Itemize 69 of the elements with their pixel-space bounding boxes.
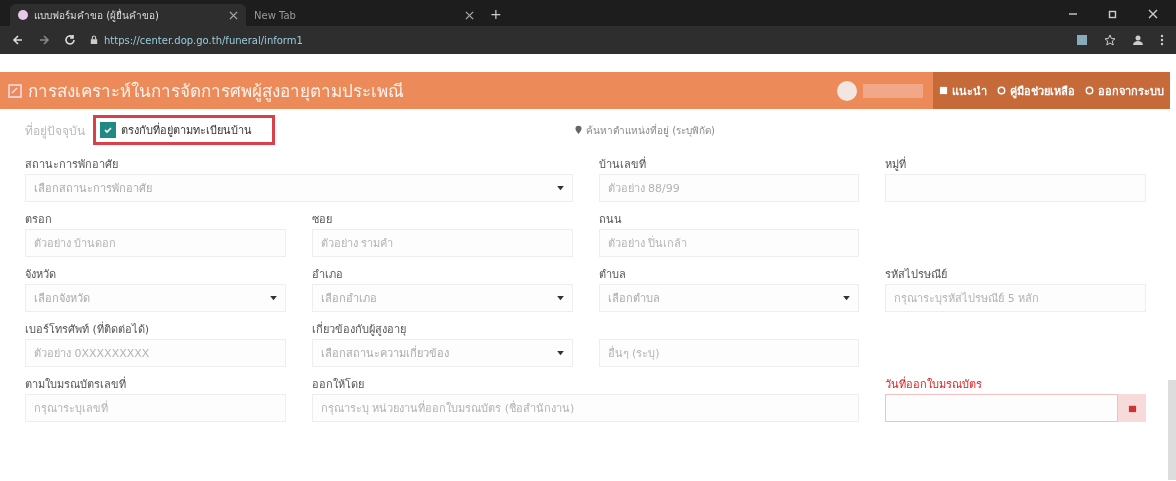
- select-field[interactable]: เลือกจังหวัด: [25, 284, 286, 312]
- nav-icon: [997, 86, 1006, 95]
- field-label: รหัสไปรษณีย์: [885, 268, 948, 281]
- same-address-checkbox[interactable]: ตรงกับที่อยู่ตามทะเบียนบ้าน: [93, 115, 275, 145]
- browser-tab[interactable]: แบบฟอร์มคำขอ (ผู้ยื่นคำขอ): [10, 4, 246, 26]
- caret-icon: [556, 295, 564, 301]
- select-field[interactable]: เลือกสถานะการพักอาศัย: [25, 174, 573, 202]
- field-label: หมู่ที่: [885, 158, 907, 171]
- field-label: ออกให้โดย: [311, 378, 364, 391]
- nav-link[interactable]: แนะนำ: [939, 81, 987, 100]
- star-icon[interactable]: [1104, 34, 1116, 46]
- check-icon: [103, 125, 113, 135]
- text-field[interactable]: ตัวอย่าง 88/99: [598, 174, 860, 202]
- restore-icon[interactable]: [1108, 9, 1118, 19]
- app-title: การสงเคราะห์ในการจัดการศพผู้สูงอายุตามประเพณี: [28, 80, 404, 104]
- forward-icon[interactable]: [38, 34, 50, 46]
- nav-link[interactable]: คู่มือช่วยเหลือ: [997, 81, 1075, 100]
- caret-icon: [269, 295, 277, 301]
- more-icon[interactable]: [1160, 34, 1164, 46]
- field-label: สถานะการพักอาศัย: [25, 158, 118, 171]
- text-field[interactable]: กรุณาระบุ หน่วยงานที่ออกใบมรณบัตร (ชื่อสำนักงาน): [311, 394, 860, 422]
- new-tab-button[interactable]: +: [482, 6, 510, 26]
- section-label: ที่อยู่ปัจจุบัน: [25, 121, 85, 140]
- address-field[interactable]: https://center.dop.go.th/funeral/inform1: [104, 34, 303, 46]
- reload-icon[interactable]: [64, 34, 76, 46]
- browser-tab[interactable]: New Tab: [246, 4, 482, 26]
- nav-icon: [1085, 86, 1094, 95]
- back-icon[interactable]: [12, 34, 24, 46]
- field-label: ถนน: [598, 213, 622, 226]
- field-label: วันที่ออกใบมรณบัตร: [885, 378, 983, 391]
- field-label: อำเภอ: [311, 268, 343, 281]
- calendar-icon: [1127, 403, 1137, 413]
- checkbox[interactable]: [100, 122, 116, 138]
- caret-icon: [556, 350, 564, 356]
- close-icon[interactable]: [1148, 9, 1158, 19]
- text-field[interactable]: ตัวอย่าง รามคำ: [311, 229, 573, 257]
- field-label: ซอย: [311, 213, 332, 226]
- text-field[interactable]: กรุณาระบุรหัสไปรษณีย์ 5 หลัก: [885, 284, 1146, 312]
- text-field[interactable]: กรุณาระบุเลขที่: [25, 394, 286, 422]
- lock-icon: [90, 35, 98, 45]
- user-name-bar: [863, 83, 923, 98]
- scrollbar[interactable]: [1168, 380, 1176, 480]
- calendar-button[interactable]: [1118, 394, 1146, 422]
- pin-icon: [575, 125, 582, 135]
- field-label: ตรอก: [25, 213, 52, 226]
- text-field[interactable]: ตัวอย่าง 0XXXXXXXXX: [25, 339, 286, 367]
- profile-icon[interactable]: [1132, 34, 1144, 46]
- date-field[interactable]: [885, 394, 1118, 422]
- field-label: บ้านเลขที่: [598, 158, 646, 171]
- caret-icon: [556, 185, 564, 191]
- form-icon: [8, 83, 22, 98]
- field-label: ตามใบมรณบัตรเลขที่: [25, 378, 126, 391]
- field-label: เบอร์โทรศัพท์ (ที่ติดต่อได้): [25, 323, 150, 336]
- select-field[interactable]: เลือกอำเภอ: [311, 284, 573, 312]
- nav-icon: [939, 86, 948, 95]
- select-field[interactable]: เลือกตำบล: [598, 284, 860, 312]
- text-field[interactable]: ตัวอย่าง ปิ่นเกล้า: [598, 229, 860, 257]
- text-field[interactable]: ตัวอย่าง บ้านดอก: [25, 229, 286, 257]
- site-icon: [18, 10, 28, 20]
- field-label: ตำบล: [598, 268, 626, 281]
- field-label: เกี่ยวข้องกับผู้สูงอายุ: [311, 323, 406, 336]
- caret-icon: [843, 295, 851, 301]
- nav-link[interactable]: ออกจากระบบ: [1085, 81, 1164, 100]
- close-icon[interactable]: [465, 10, 474, 20]
- text-field[interactable]: อื่นๆ (ระบุ): [598, 339, 860, 367]
- map-link[interactable]: ค้นหาตำแหน่งที่อยู่ (ระบุพิกัด): [575, 122, 715, 138]
- select-field[interactable]: เลือกสถานะความเกี่ยวข้อง: [311, 339, 573, 367]
- close-icon[interactable]: [229, 10, 238, 20]
- field-label: จังหวัด: [25, 268, 56, 281]
